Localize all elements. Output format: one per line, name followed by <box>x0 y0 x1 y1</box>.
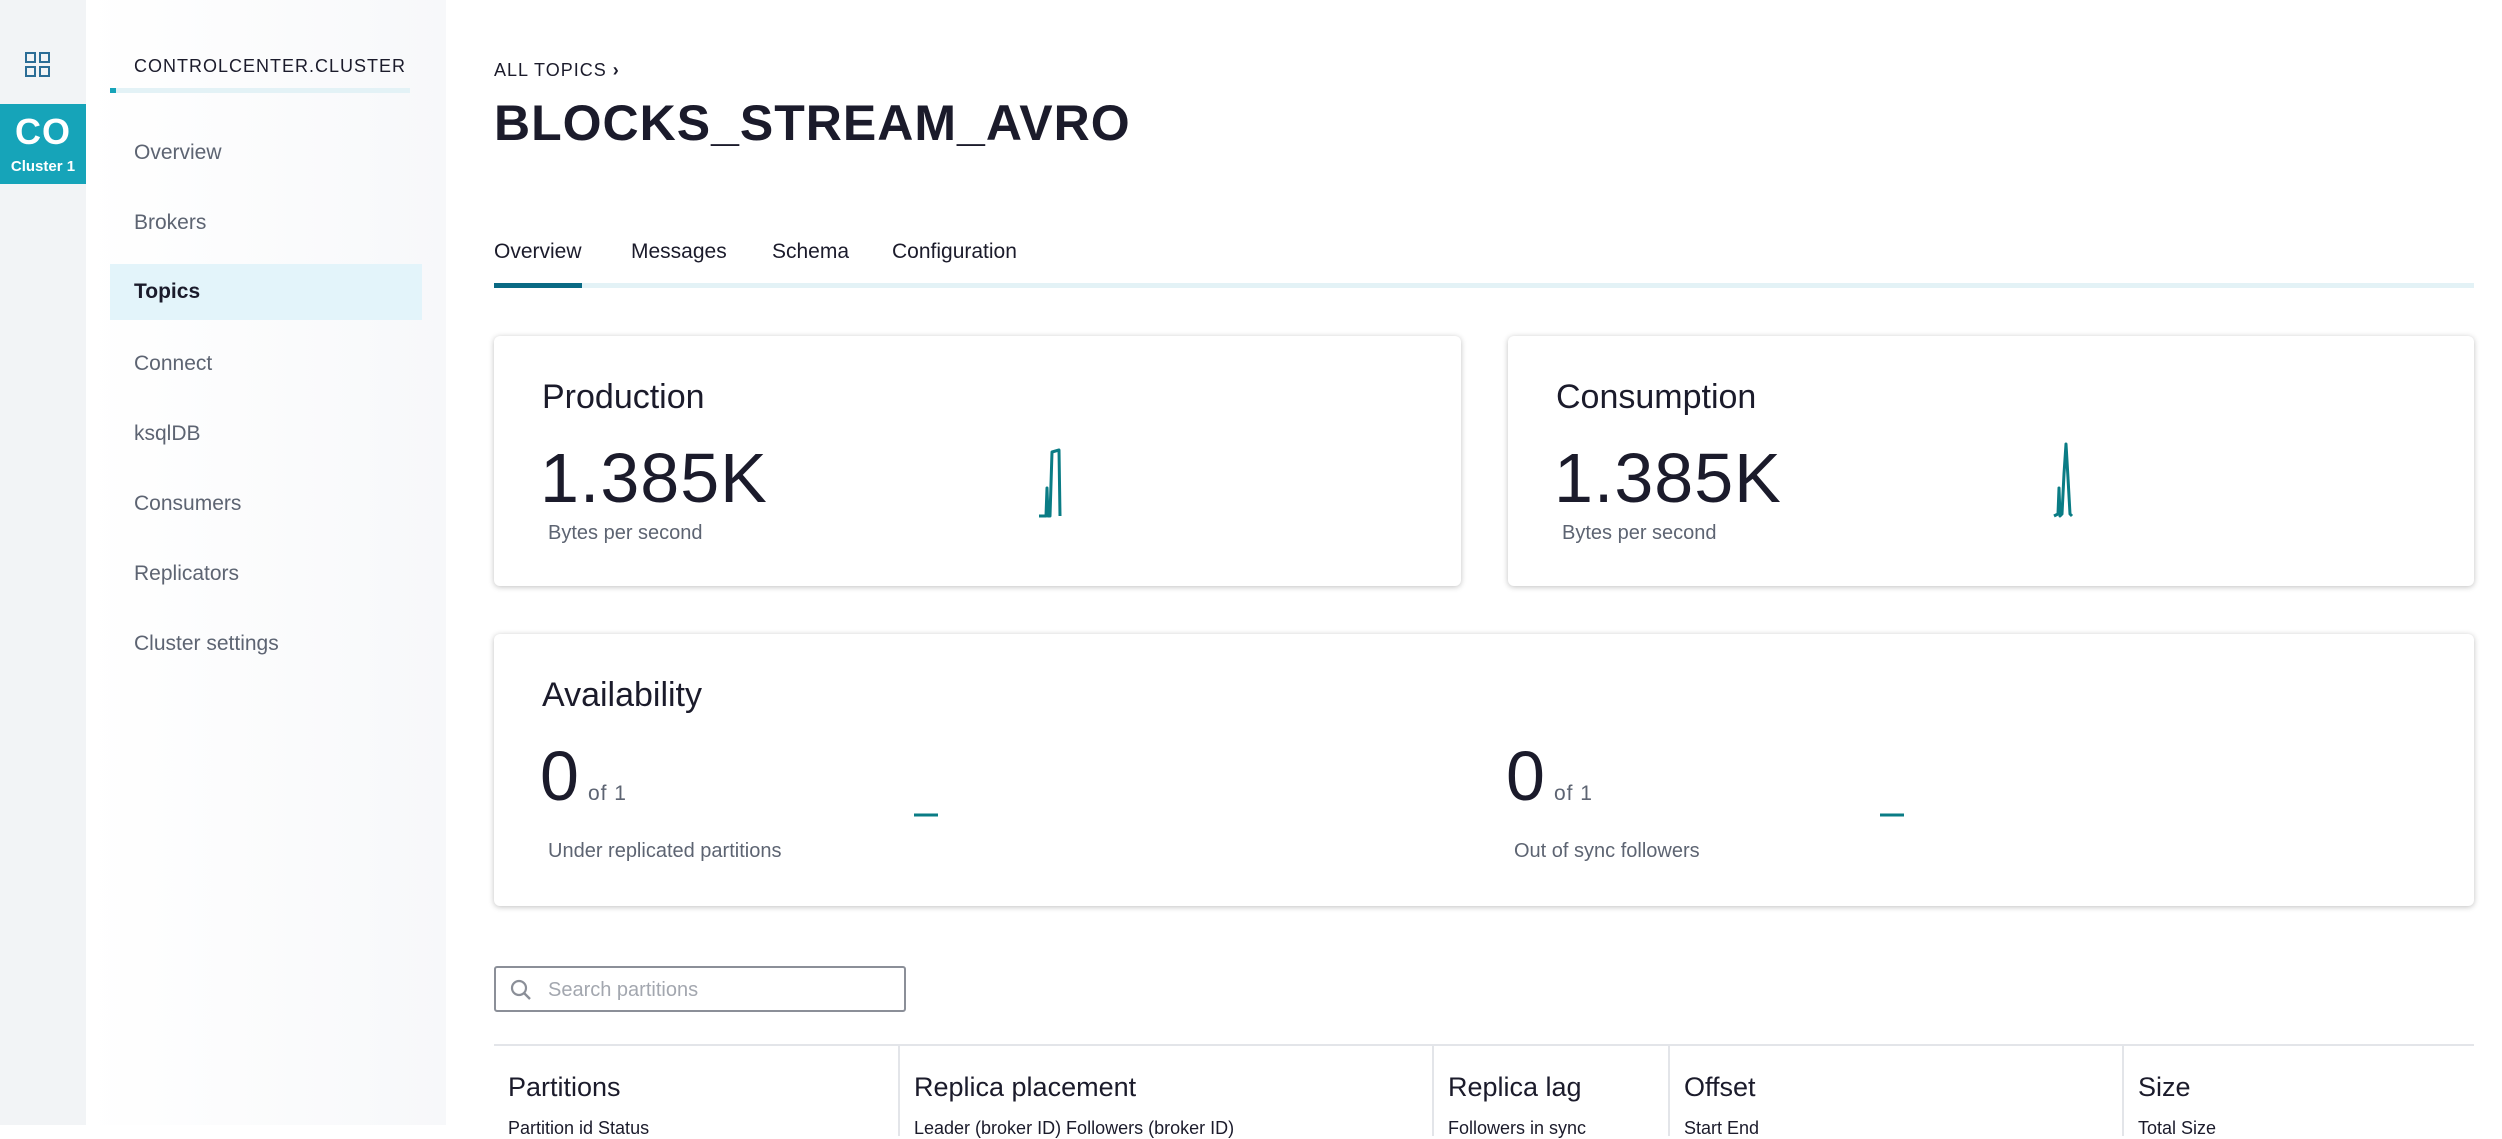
tab-bar: Overview Messages Schema Configuration <box>494 240 2474 290</box>
sidebar-item-brokers[interactable]: Brokers <box>110 195 422 251</box>
production-value: 1.385K <box>540 439 768 517</box>
under-replicated-value: 0 of 1 <box>540 736 627 816</box>
column-header: Replica placement <box>914 1072 1137 1102</box>
production-card: Production 1.385K Bytes per second <box>494 336 1461 586</box>
column-subheader[interactable]: Start End <box>1684 1118 1759 1139</box>
grid-icon[interactable] <box>25 52 51 78</box>
tab-messages[interactable]: Messages <box>631 240 727 288</box>
consumption-unit: Bytes per second <box>1562 522 1717 544</box>
column-header: Partitions <box>508 1072 621 1102</box>
production-sparkline <box>1039 448 1062 518</box>
out-of-sync-total: of 1 <box>1553 782 1593 805</box>
nav-cluster-title: CONTROLCENTER.CLUSTER <box>134 56 407 76</box>
column-header: Replica lag <box>1448 1072 1582 1102</box>
out-of-sync-label: Out of sync followers <box>1514 840 1700 862</box>
under-replicated-total: of 1 <box>587 782 627 805</box>
under-replicated-label: Under replicated partitions <box>548 840 782 862</box>
sidebar-item-cluster-settings[interactable]: Cluster settings <box>110 616 422 672</box>
search-icon <box>510 979 531 1000</box>
availability-title: Availability <box>542 676 703 714</box>
page-title: BLOCKS_STREAM_AVRO <box>494 95 1131 151</box>
column-subheader[interactable]: Leader (broker ID) Followers (broker ID) <box>914 1118 1234 1139</box>
sidebar-item-overview[interactable]: Overview <box>110 125 422 181</box>
column-partitions: Partitions Partition id Status <box>494 1046 900 1139</box>
under-replicated-count: 0 <box>540 737 580 815</box>
column-header: Size <box>2138 1072 2191 1102</box>
partitions-table-header: Partitions Partition id Status Replica p… <box>494 1044 2474 1139</box>
consumption-title: Consumption <box>1556 378 1757 416</box>
cluster-name: Cluster 1 <box>10 158 76 175</box>
column-size: Size Total Size <box>2124 1046 2474 1139</box>
tab-overview[interactable]: Overview <box>494 240 582 288</box>
sidebar-item-connect[interactable]: Connect <box>110 336 422 392</box>
out-of-sync-count: 0 <box>1506 737 1546 815</box>
chevron-right-icon: › <box>612 60 620 80</box>
breadcrumb[interactable]: ALL TOPICS › <box>494 60 620 81</box>
cluster-abbr: CO <box>15 111 71 152</box>
sidebar-item-topics[interactable]: Topics <box>110 264 422 320</box>
search-partitions-box[interactable] <box>494 966 906 1012</box>
out-of-sync-sparkline <box>1880 813 1904 817</box>
nav-title-divider <box>110 88 410 93</box>
sidebar-item-consumers[interactable]: Consumers <box>110 476 422 532</box>
column-replica-placement: Replica placement Leader (broker ID) Fol… <box>900 1046 1434 1139</box>
under-replicated-sparkline <box>914 813 938 817</box>
production-unit: Bytes per second <box>548 522 703 544</box>
cluster-badge[interactable]: CO Cluster 1 <box>0 104 86 184</box>
sidebar-item-ksqldb[interactable]: ksqlDB <box>110 406 422 462</box>
tab-configuration[interactable]: Configuration <box>892 240 1017 288</box>
breadcrumb-all-topics[interactable]: ALL TOPICS <box>494 60 607 80</box>
left-rail: CO Cluster 1 <box>0 0 87 1125</box>
column-subheader[interactable]: Total Size <box>2138 1118 2216 1139</box>
consumption-value: 1.385K <box>1554 439 1782 517</box>
column-subheader[interactable]: Partition id Status <box>508 1118 649 1139</box>
consumption-card: Consumption 1.385K Bytes per second <box>1508 336 2474 586</box>
column-subheader[interactable]: Followers in sync <box>1448 1118 1586 1139</box>
column-offset: Offset Start End <box>1670 1046 2124 1139</box>
availability-card: Availability 0 of 1 Under replicated part… <box>494 634 2474 906</box>
tab-schema[interactable]: Schema <box>772 240 849 288</box>
column-replica-lag: Replica lag Followers in sync <box>1434 1046 1670 1139</box>
sidebar-nav: CONTROLCENTER.CLUSTER Overview Brokers T… <box>86 0 446 1125</box>
out-of-sync-value: 0 of 1 <box>1506 736 1593 816</box>
column-header: Offset <box>1684 1072 1756 1102</box>
production-title: Production <box>542 378 705 416</box>
search-partitions-input[interactable] <box>546 974 900 1006</box>
consumption-sparkline <box>2053 442 2074 518</box>
sidebar-item-replicators[interactable]: Replicators <box>110 546 422 602</box>
